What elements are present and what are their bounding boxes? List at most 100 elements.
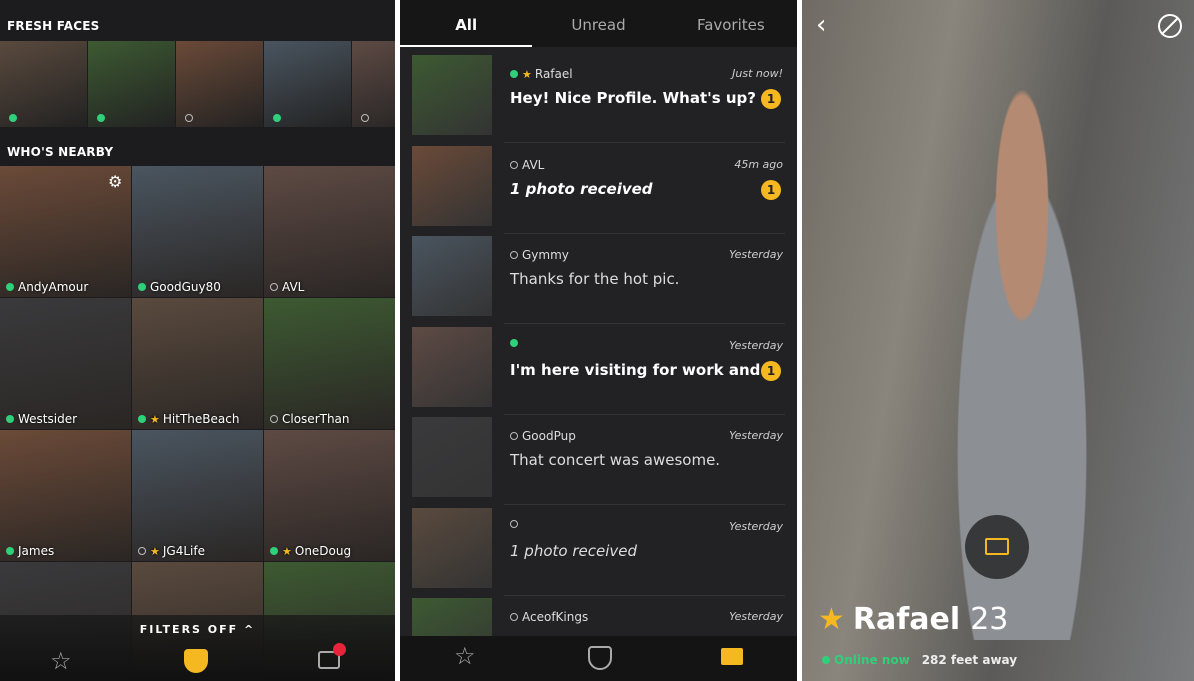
conversation-row[interactable]: Gymmy Yesterday Thanks for the hot pic. — [400, 236, 797, 326]
nearby-profile-tile[interactable]: AVL — [264, 166, 395, 297]
nearby-profile-tile[interactable]: ★ HitTheBeach — [132, 298, 263, 429]
conversation-row[interactable]: ★ Rafael Just now! Hey! Nice Profile. What'… — [400, 55, 797, 145]
status-dot — [270, 547, 278, 555]
nearby-profile-tile[interactable]: CloserThan — [264, 298, 395, 429]
sender-name: AVL — [522, 157, 545, 172]
profile-name: CloserThan — [282, 412, 350, 426]
timestamp: Yesterday — [729, 610, 783, 623]
message-preview: 1 photo received — [510, 179, 653, 198]
status-dot — [185, 114, 193, 122]
status-dot — [138, 283, 146, 291]
fresh-face-thumb[interactable] — [352, 41, 395, 127]
filters-toggle[interactable]: FILTERS OFF ^ — [0, 623, 395, 636]
avatar — [412, 326, 492, 407]
status-dot — [510, 160, 518, 169]
timestamp: Yesterday — [729, 248, 783, 261]
status-dot — [97, 114, 105, 122]
tab-unread[interactable]: Unread — [532, 0, 664, 47]
profile-name: JG4Life — [162, 544, 205, 558]
message-preview: 1 photo received — [510, 541, 638, 560]
nearby-profile-tile[interactable]: GoodGuy80 — [132, 166, 263, 297]
profile-panel: ‹ ★ Rafael 23 Online now 282 feet away — [802, 0, 1194, 681]
fresh-face-thumb[interactable] — [0, 41, 87, 127]
unread-badge: 1 — [761, 89, 781, 109]
back-chevron-icon[interactable]: ‹ — [816, 10, 826, 40]
gear-icon[interactable]: ⚙ — [108, 172, 122, 191]
bottom-nav: FILTERS OFF ^ ☆ — [0, 615, 395, 681]
inbox-panel: All Unread Favorites ★ Rafael Just now! Hey! … — [400, 0, 797, 681]
favorite-star-icon: ★ — [150, 412, 160, 426]
status-dot — [270, 415, 278, 423]
inbox-tabs: All Unread Favorites — [400, 0, 797, 47]
tab-favorites[interactable]: Favorites — [665, 0, 797, 47]
status-dot — [9, 114, 17, 122]
message-preview: That concert was awesome. — [510, 451, 721, 469]
notification-dot — [333, 643, 346, 656]
avatar — [412, 55, 492, 135]
chevron-up-icon: ^ — [244, 623, 256, 636]
sender-name: GoodPup — [522, 429, 576, 443]
status-dot — [510, 251, 518, 259]
timestamp: 45m ago — [734, 157, 783, 171]
fresh-face-thumb[interactable] — [88, 41, 175, 127]
online-status: Online now — [834, 653, 910, 667]
timestamp: Yesterday — [729, 519, 783, 533]
fresh-face-thumb[interactable] — [264, 41, 351, 127]
status-dot — [510, 338, 518, 347]
status-dot — [138, 415, 146, 423]
conversation-row[interactable]: Yesterday I'm here visiting for work and.… — [400, 326, 797, 417]
sender-name: Gymmy — [522, 248, 569, 262]
sender-name: AceofKings — [522, 610, 589, 624]
whos-nearby-title: WHO'S NEARBY — [7, 145, 114, 159]
avatar — [412, 507, 492, 588]
status-dot — [510, 519, 518, 528]
cascade-grid-panel: FRESH FACES WHO'S NEARBY AndyAmour GoodGu… — [0, 0, 395, 681]
status-dot — [273, 114, 281, 122]
profile-age: 23 — [970, 602, 1009, 637]
profile-name: GoodGuy80 — [150, 280, 221, 294]
fresh-faces-title: FRESH FACES — [7, 19, 100, 33]
favorite-star-icon[interactable]: ★ — [818, 602, 845, 637]
conversation-row[interactable]: GoodPup Yesterday That concert was awesome… — [400, 417, 797, 507]
fresh-face-thumb[interactable] — [176, 41, 263, 127]
chat-button[interactable] — [965, 515, 1029, 579]
favorites-star-icon[interactable]: ☆ — [50, 647, 72, 675]
favorite-star-icon: ★ — [522, 67, 532, 81]
nearby-profile-tile[interactable]: Westsider — [0, 298, 131, 429]
message-preview: Thanks for the hot pic. — [510, 270, 680, 288]
profile-status: Online now 282 feet away — [822, 653, 1017, 667]
status-dot — [138, 547, 146, 555]
timestamp: Yesterday — [729, 338, 783, 352]
avatar — [412, 145, 492, 226]
nearby-profile-tile[interactable]: James — [0, 430, 131, 561]
profile-name: Rafael — [852, 602, 961, 637]
chat-icon — [985, 538, 1009, 555]
distance: 282 feet away — [921, 653, 1018, 667]
favorites-star-icon[interactable]: ☆ — [454, 642, 476, 670]
status-dot — [510, 432, 518, 440]
unread-badge: 1 — [761, 360, 781, 381]
block-icon[interactable] — [1158, 14, 1182, 38]
profile-name: HitTheBeach — [162, 412, 240, 426]
status-dot — [270, 283, 278, 291]
profile-name: OneDoug — [294, 544, 352, 558]
avatar — [412, 236, 492, 316]
nearby-profile-tile[interactable]: ★ OneDoug — [264, 430, 395, 561]
status-dot — [510, 70, 518, 78]
profile-header: ★ Rafael 23 — [818, 602, 1008, 637]
avatar — [412, 417, 492, 497]
tab-all[interactable]: All — [400, 0, 533, 47]
grindr-mask-icon[interactable] — [184, 649, 208, 673]
status-dot — [6, 415, 14, 423]
conversation-row[interactable]: Yesterday 1 photo received — [400, 507, 797, 598]
timestamp: Yesterday — [729, 429, 783, 442]
filters-label: FILTERS OFF — [139, 623, 239, 636]
timestamp: Just now! — [732, 67, 783, 80]
profile-name: AndyAmour — [18, 280, 89, 294]
sender-name: Rafael — [534, 67, 573, 81]
grindr-mask-icon[interactable] — [588, 646, 612, 670]
conversation-row[interactable]: AVL 45m ago 1 photo received 1 — [400, 145, 797, 236]
chat-icon[interactable] — [721, 648, 743, 665]
profile-name: James — [18, 544, 55, 558]
nearby-profile-tile[interactable]: ★ JG4Life — [132, 430, 263, 561]
